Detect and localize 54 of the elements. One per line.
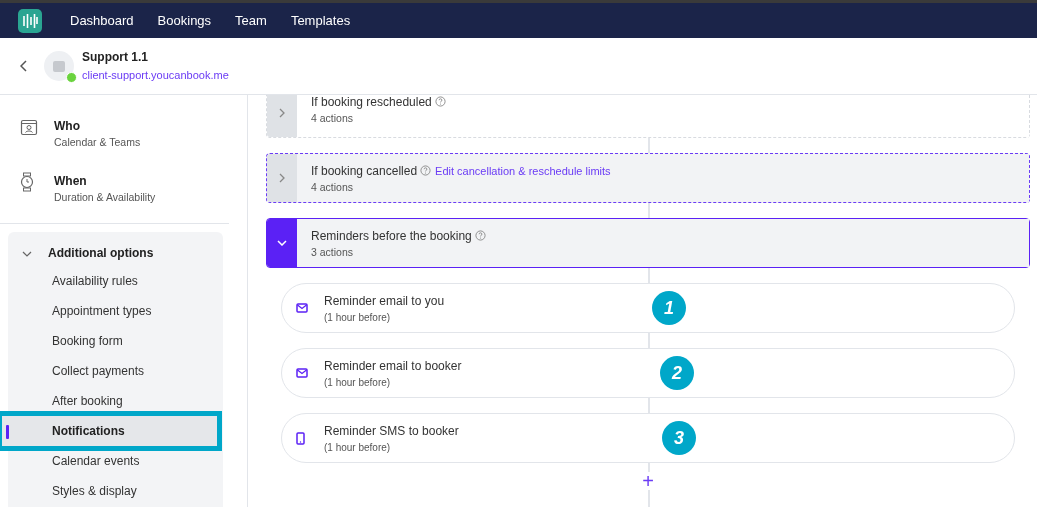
- action-title: Reminder SMS to booker: [324, 422, 459, 440]
- expand-toggle[interactable]: [267, 219, 297, 267]
- sidebar-item[interactable]: Appointment types: [8, 296, 223, 326]
- action-count: 4 actions: [311, 111, 355, 126]
- mail-icon: [296, 303, 308, 313]
- action-count: 3 actions: [311, 245, 355, 260]
- settings-link[interactable]: Edit cancellation & reschedule limits: [435, 162, 611, 180]
- nav-link[interactable]: Templates: [278, 10, 363, 31]
- workflow-title: Reminders before the booking: [311, 228, 472, 245]
- help-icon[interactable]: [420, 165, 432, 176]
- step-number-badge: 2: [660, 356, 694, 390]
- section-subtitle: Duration & Availability: [54, 190, 156, 205]
- expand-toggle[interactable]: [267, 154, 297, 202]
- help-icon[interactable]: [474, 230, 486, 241]
- sidebar-item[interactable]: Availability rules: [8, 266, 223, 296]
- group-title[interactable]: Additional options: [48, 244, 154, 262]
- page-title: Support 1.1: [82, 49, 149, 66]
- workflow-title: If booking cancelled: [311, 163, 418, 180]
- help-icon[interactable]: [434, 96, 446, 107]
- chevron-right-icon: [279, 173, 285, 183]
- action-title: Reminder email to you: [324, 292, 445, 310]
- action-timing: (1 hour before): [324, 310, 392, 325]
- step-number-badge: 3: [662, 421, 696, 455]
- section-title[interactable]: When: [54, 172, 156, 190]
- step-number-badge: 1: [652, 291, 686, 325]
- chevron-down-icon: [277, 240, 287, 246]
- sidebar-item[interactable]: Booking form: [8, 326, 223, 356]
- app-logo[interactable]: [18, 8, 42, 33]
- sidebar-item[interactable]: Calendar events: [8, 446, 223, 476]
- workflow-title: If booking rescheduled: [311, 95, 432, 111]
- nav-link[interactable]: Bookings: [145, 10, 224, 31]
- sidebar-item[interactable]: Collect payments: [8, 356, 223, 386]
- chevron-icon[interactable]: [22, 250, 32, 257]
- chevron-right-icon: [279, 108, 285, 118]
- expand-toggle[interactable]: [267, 95, 297, 137]
- section-title[interactable]: Who: [54, 117, 141, 135]
- calendar-person-icon: [20, 117, 38, 136]
- sidebar-item[interactable]: Styles & display: [8, 476, 223, 506]
- action-title: Reminder email to booker: [324, 357, 462, 375]
- action-timing: (1 hour before): [324, 440, 392, 455]
- back-icon[interactable]: [20, 60, 28, 72]
- section-subtitle: Calendar & Teams: [54, 135, 141, 150]
- sidebar-item[interactable]: After booking: [8, 386, 223, 416]
- booking-page-link[interactable]: client-support.youcanbook.me: [82, 69, 229, 81]
- action-timing: (1 hour before): [324, 375, 392, 390]
- nav-link[interactable]: Team: [223, 10, 279, 31]
- action-count: 4 actions: [311, 180, 355, 195]
- action-item[interactable]: Reminder email to booker (1 hour before) 2: [281, 348, 1015, 398]
- action-item[interactable]: Reminder SMS to booker (1 hour before) 3: [281, 413, 1015, 463]
- phone-icon: [296, 431, 305, 445]
- mail-icon: [296, 368, 308, 378]
- watch-icon: [20, 172, 34, 192]
- action-item[interactable]: Reminder email to you (1 hour before) 1: [281, 283, 1015, 333]
- nav-link[interactable]: Dashboard: [58, 10, 146, 31]
